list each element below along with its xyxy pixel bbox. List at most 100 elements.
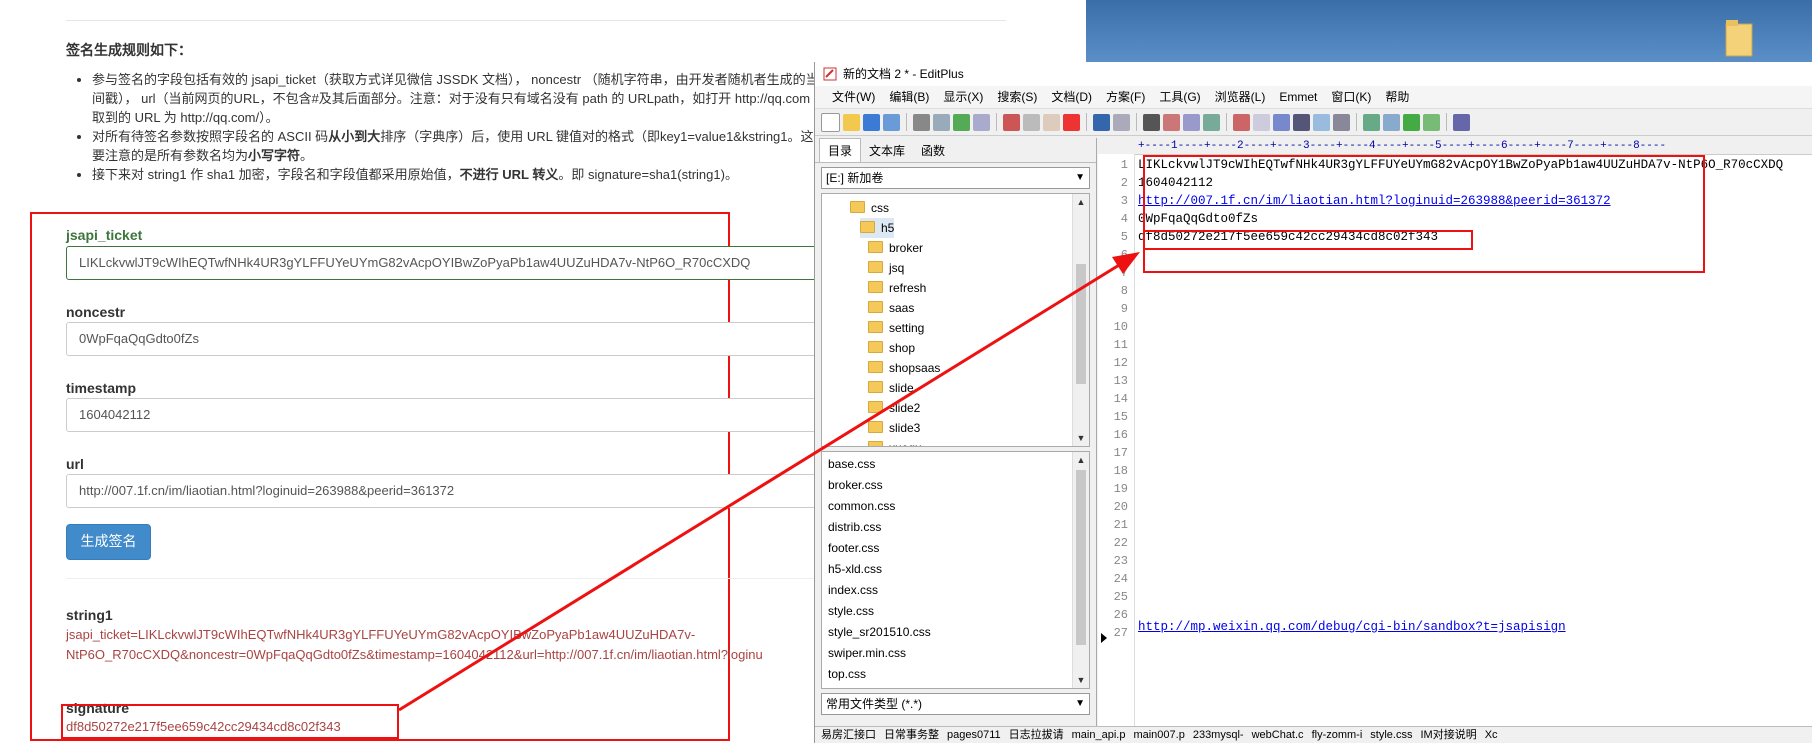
document-tab[interactable]: Xc bbox=[1485, 729, 1498, 741]
output-window-icon[interactable] bbox=[1383, 113, 1400, 131]
side-tab[interactable]: 目录 bbox=[819, 138, 862, 162]
tree-scrollbar[interactable]: ▲ ▼ bbox=[1072, 194, 1089, 446]
menu-item[interactable]: 方案(F) bbox=[1099, 86, 1152, 108]
scroll-up-icon[interactable]: ▲ bbox=[1073, 452, 1089, 468]
line-number: 4 bbox=[1120, 212, 1128, 226]
folder-tree-item[interactable]: xuegu bbox=[868, 438, 922, 446]
help-icon[interactable] bbox=[1453, 113, 1470, 131]
timestamp-input[interactable]: 1604042112 bbox=[66, 398, 846, 432]
document-tab[interactable]: fly-zomm-i bbox=[1312, 729, 1363, 741]
editplus-titlebar[interactable]: 新的文档 2 * - EditPlus bbox=[815, 62, 1812, 86]
document-tab[interactable]: 易房汇接口 bbox=[821, 729, 876, 741]
fullscreen-icon[interactable] bbox=[1423, 113, 1440, 131]
print-preview-icon[interactable] bbox=[933, 113, 950, 131]
settings-icon[interactable] bbox=[1333, 113, 1350, 131]
redo-icon[interactable] bbox=[1113, 113, 1130, 131]
goto-line-icon[interactable] bbox=[1203, 113, 1220, 131]
side-tab[interactable]: 函数 bbox=[913, 139, 953, 162]
url-input[interactable]: http://007.1f.cn/im/liaotian.html?loginu… bbox=[66, 474, 846, 508]
folder-tree-item[interactable]: h5 bbox=[860, 218, 895, 238]
document-tab[interactable]: 日常事务整 bbox=[884, 729, 939, 741]
document-tab[interactable]: webChat.c bbox=[1252, 729, 1304, 741]
replace-icon[interactable] bbox=[1163, 113, 1180, 131]
document-tab[interactable]: IM对接说明 bbox=[1420, 729, 1476, 741]
menu-item[interactable]: 文档(D) bbox=[1044, 86, 1099, 108]
menu-item[interactable]: Emmet bbox=[1272, 86, 1324, 108]
font-icon[interactable] bbox=[1233, 113, 1250, 131]
menu-item[interactable]: 显示(X) bbox=[936, 86, 990, 108]
open-folder-icon[interactable] bbox=[843, 113, 860, 131]
scrollbar-thumb[interactable] bbox=[1076, 264, 1086, 384]
folder-name: setting bbox=[889, 321, 925, 335]
folder-tree-item[interactable]: saas bbox=[868, 298, 914, 318]
file-list-item[interactable]: swiper.min.css bbox=[828, 643, 906, 663]
folder-tree-item[interactable]: jsq bbox=[868, 258, 904, 278]
file-list-item[interactable]: h5-xld.css bbox=[828, 559, 882, 579]
cliptext-icon[interactable] bbox=[1403, 113, 1420, 131]
folder-tree-item[interactable]: shopsaas bbox=[868, 358, 940, 378]
folder-tree-item[interactable]: refresh bbox=[868, 278, 926, 298]
scroll-down-icon[interactable]: ▼ bbox=[1073, 672, 1089, 688]
copy-icon[interactable] bbox=[1023, 113, 1040, 131]
undo-icon[interactable] bbox=[1093, 113, 1110, 131]
delete-icon[interactable] bbox=[1063, 113, 1080, 131]
drive-select[interactable]: [E:] 新加卷 ▼ bbox=[821, 167, 1090, 189]
folder-tree-item[interactable]: broker bbox=[868, 238, 923, 258]
find-in-files-icon[interactable] bbox=[1183, 113, 1200, 131]
print-icon[interactable] bbox=[913, 113, 930, 131]
filelist-scrollbar[interactable]: ▲ ▼ bbox=[1072, 452, 1089, 688]
save-icon[interactable] bbox=[863, 113, 880, 131]
ruler-icon[interactable] bbox=[1313, 113, 1330, 131]
cut-icon[interactable] bbox=[1003, 113, 1020, 131]
file-type-select[interactable]: 常用文件类型 (*.*) ▼ bbox=[821, 693, 1090, 715]
folder-tree-item[interactable]: css bbox=[850, 198, 889, 218]
menu-item[interactable]: 搜索(S) bbox=[990, 86, 1044, 108]
folder-tree-item[interactable]: slide3 bbox=[868, 418, 920, 438]
file-list-item[interactable]: common.css bbox=[828, 496, 895, 516]
file-list-item[interactable]: style.css bbox=[828, 601, 874, 621]
scroll-down-icon[interactable]: ▼ bbox=[1073, 430, 1089, 446]
save-all-icon[interactable] bbox=[883, 113, 900, 131]
file-list-item[interactable]: distrib.css bbox=[828, 517, 881, 537]
rule-text: 接下来对 string1 作 sha1 加密，字段名和字段值都采用原始值， bbox=[92, 167, 460, 182]
folder-tree-item[interactable]: slide2 bbox=[868, 398, 920, 418]
find-icon[interactable] bbox=[1143, 113, 1160, 131]
code-line-27[interactable]: http://mp.weixin.qq.com/debug/cgi-bin/sa… bbox=[1138, 618, 1566, 636]
file-list-item[interactable]: base.css bbox=[828, 454, 875, 474]
menu-item[interactable]: 工具(G) bbox=[1152, 86, 1207, 108]
document-tab[interactable]: 日志拉拔请 bbox=[1009, 729, 1064, 741]
document-tab[interactable]: main007.p bbox=[1133, 729, 1184, 741]
jsapi-ticket-input[interactable]: LIKLckvwlJT9cWIhEQTwfNHk4UR3gYLFFUYeUYmG… bbox=[66, 246, 846, 280]
document-tab[interactable]: 233mysql- bbox=[1193, 729, 1244, 741]
menu-item[interactable]: 文件(W) bbox=[825, 86, 882, 108]
word-wrap-icon[interactable] bbox=[1273, 113, 1290, 131]
spell-check-icon[interactable] bbox=[953, 113, 970, 131]
file-list-item[interactable]: broker.css bbox=[828, 475, 883, 495]
directory-window-icon[interactable] bbox=[1363, 113, 1380, 131]
menu-item[interactable]: 浏览器(L) bbox=[1208, 86, 1273, 108]
file-list-item[interactable]: style_sr201510.css bbox=[828, 622, 931, 642]
document-tab[interactable]: style.css bbox=[1370, 729, 1412, 741]
generate-signature-button[interactable]: 生成签名 bbox=[66, 524, 151, 560]
hex-icon[interactable] bbox=[1253, 113, 1270, 131]
noncestr-input[interactable]: 0WpFqaQqGdto0fZs bbox=[66, 322, 846, 356]
folder-tree-item[interactable]: slide bbox=[868, 378, 914, 398]
document-tab[interactable]: pages0711 bbox=[947, 729, 1001, 741]
side-tab[interactable]: 文本库 bbox=[861, 139, 913, 162]
scrollbar-thumb[interactable] bbox=[1076, 470, 1086, 645]
scroll-up-icon[interactable]: ▲ bbox=[1073, 194, 1089, 210]
line-number-icon[interactable] bbox=[1293, 113, 1310, 131]
menu-item[interactable]: 编辑(B) bbox=[882, 86, 936, 108]
document-tab[interactable]: main_api.p bbox=[1072, 729, 1126, 741]
file-list-item[interactable]: index.css bbox=[828, 580, 878, 600]
folder-tree-item[interactable]: shop bbox=[868, 338, 915, 358]
menu-item[interactable]: 窗口(K) bbox=[1324, 86, 1378, 108]
file-list-item[interactable]: footer.css bbox=[828, 538, 879, 558]
menu-item[interactable]: 帮助 bbox=[1378, 86, 1416, 108]
new-file-icon[interactable] bbox=[821, 112, 840, 132]
browser-preview-icon[interactable] bbox=[973, 113, 990, 131]
file-list-item[interactable]: top.css bbox=[828, 664, 866, 684]
folder-tree-item[interactable]: setting bbox=[868, 318, 924, 338]
paste-icon[interactable] bbox=[1043, 113, 1060, 131]
folder-icon[interactable] bbox=[1724, 18, 1754, 58]
